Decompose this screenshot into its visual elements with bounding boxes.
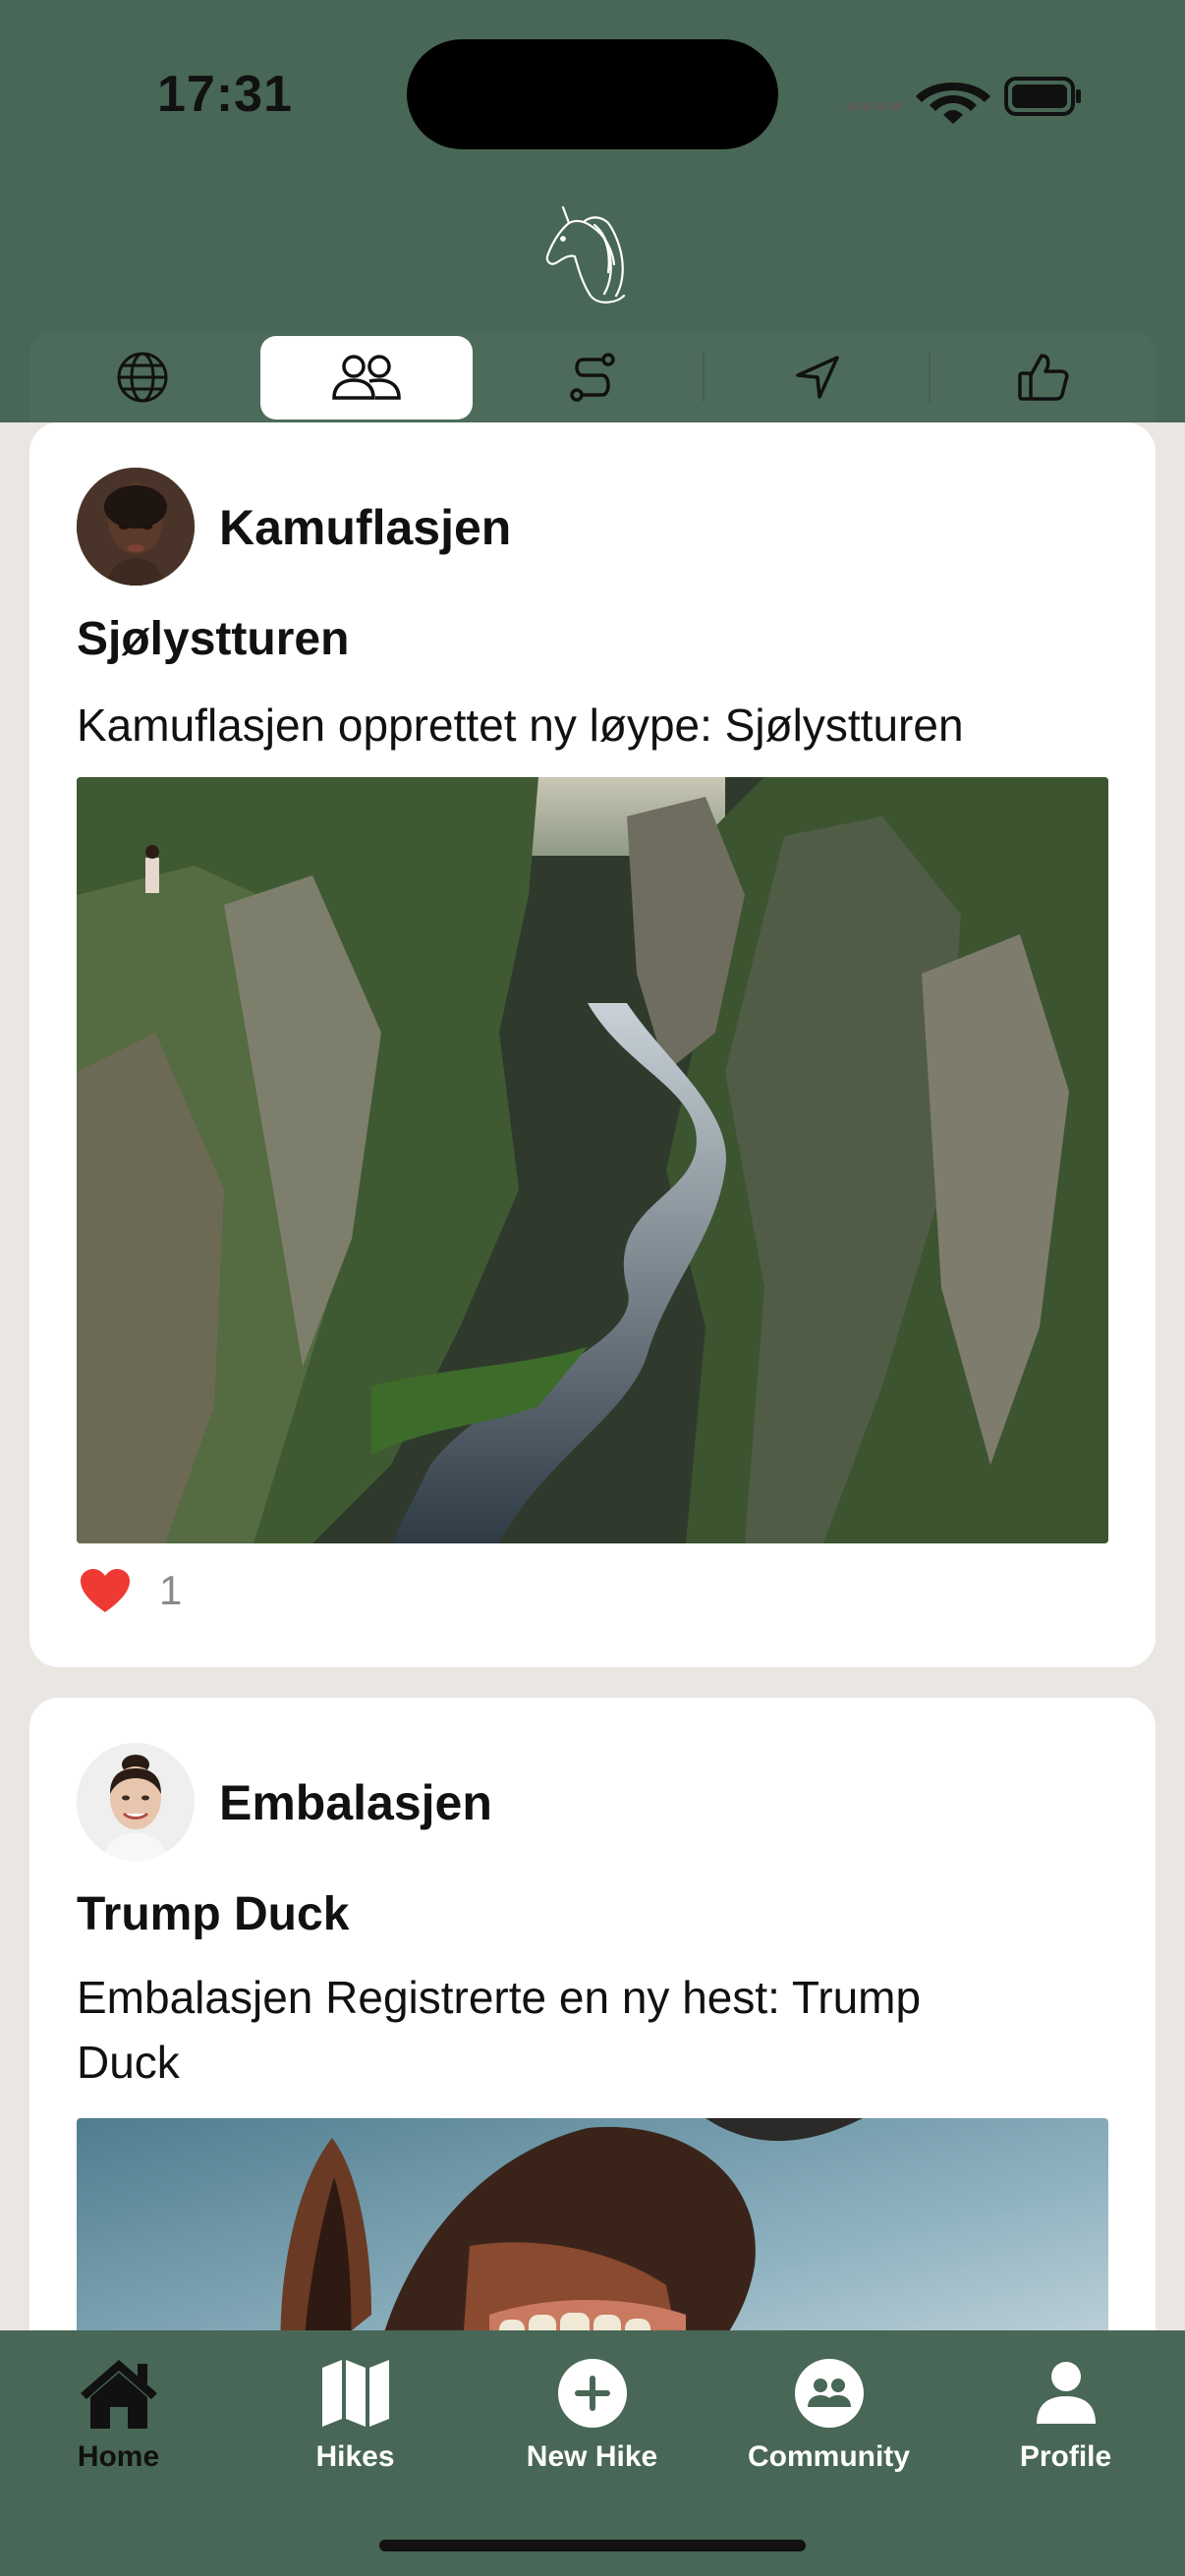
tab-new-hike[interactable]: New Hike — [474, 2330, 710, 2478]
home-indicator — [379, 2540, 806, 2551]
post-title: Sjølystturen — [77, 613, 350, 665]
post-username[interactable]: Embalasjen — [219, 1774, 492, 1831]
house-icon — [80, 2360, 157, 2429]
segment-routes[interactable] — [480, 331, 705, 422]
segment-liked[interactable] — [931, 331, 1156, 422]
like-count: 1 — [159, 1567, 183, 1613]
thumbs-up-icon — [1017, 353, 1069, 401]
community-icon — [794, 2359, 864, 2428]
tab-profile[interactable]: Profile — [947, 2330, 1184, 2478]
map-icon — [321, 2360, 389, 2427]
tab-profile-label: Profile — [1019, 2440, 1112, 2473]
tab-home-label: Home — [77, 2440, 160, 2473]
avatar[interactable] — [77, 468, 195, 586]
header: 17:31 — [0, 0, 1185, 422]
status-time: 17:31 — [157, 66, 293, 123]
post-username[interactable]: Kamuflasjen — [219, 499, 511, 556]
globe-icon — [117, 352, 167, 402]
screen: 17:31 Kamuflasjen Sjølystturen Kamuflasj… — [0, 0, 1185, 2576]
segment-community[interactable] — [260, 336, 473, 420]
route-icon — [569, 352, 615, 402]
battery-icon — [1004, 77, 1081, 116]
canyon-river-photo — [77, 777, 1108, 1543]
tab-community-label: Community — [748, 2440, 910, 2473]
segment-nearby[interactable] — [705, 331, 930, 422]
tab-community[interactable]: Community — [710, 2330, 947, 2478]
avatar-photo — [77, 468, 195, 586]
post-title: Trump Duck — [77, 1888, 350, 1940]
wifi-icon — [916, 83, 990, 124]
cellular-icon — [847, 102, 901, 110]
tab-new-hike-label: New Hike — [526, 2440, 658, 2473]
feed-card[interactable]: Embalasjen Trump Duck Embalasjen Registr… — [29, 1698, 1156, 2385]
location-arrow-icon — [795, 355, 839, 399]
tab-hikes[interactable]: Hikes — [237, 2330, 474, 2478]
heart-icon[interactable] — [79, 1567, 132, 1614]
avatar-photo — [77, 1743, 195, 1861]
status-icons — [847, 77, 1081, 124]
like-row[interactable]: 1 — [79, 1567, 182, 1614]
post-text: Embalasjen Registrerte en ny hest: Trump… — [77, 1972, 922, 2088]
feed-card[interactable]: Kamuflasjen Sjølystturen Kamuflasjen opp… — [29, 422, 1156, 1667]
dynamic-island — [407, 39, 778, 149]
horse-logo-icon — [545, 205, 626, 304]
avatar[interactable] — [77, 1743, 195, 1861]
plus-circle-icon — [557, 2359, 627, 2428]
segment-explore[interactable] — [29, 331, 254, 422]
feed-segmented-control — [29, 331, 1156, 422]
tab-hikes-label: Hikes — [315, 2440, 395, 2473]
person-icon — [1036, 2362, 1096, 2424]
tab-home[interactable]: Home — [0, 2330, 237, 2478]
people-icon — [332, 354, 401, 400]
post-text: Kamuflasjen opprettet ny løype: Sjølystt… — [77, 700, 964, 751]
post-image[interactable] — [77, 777, 1108, 1543]
